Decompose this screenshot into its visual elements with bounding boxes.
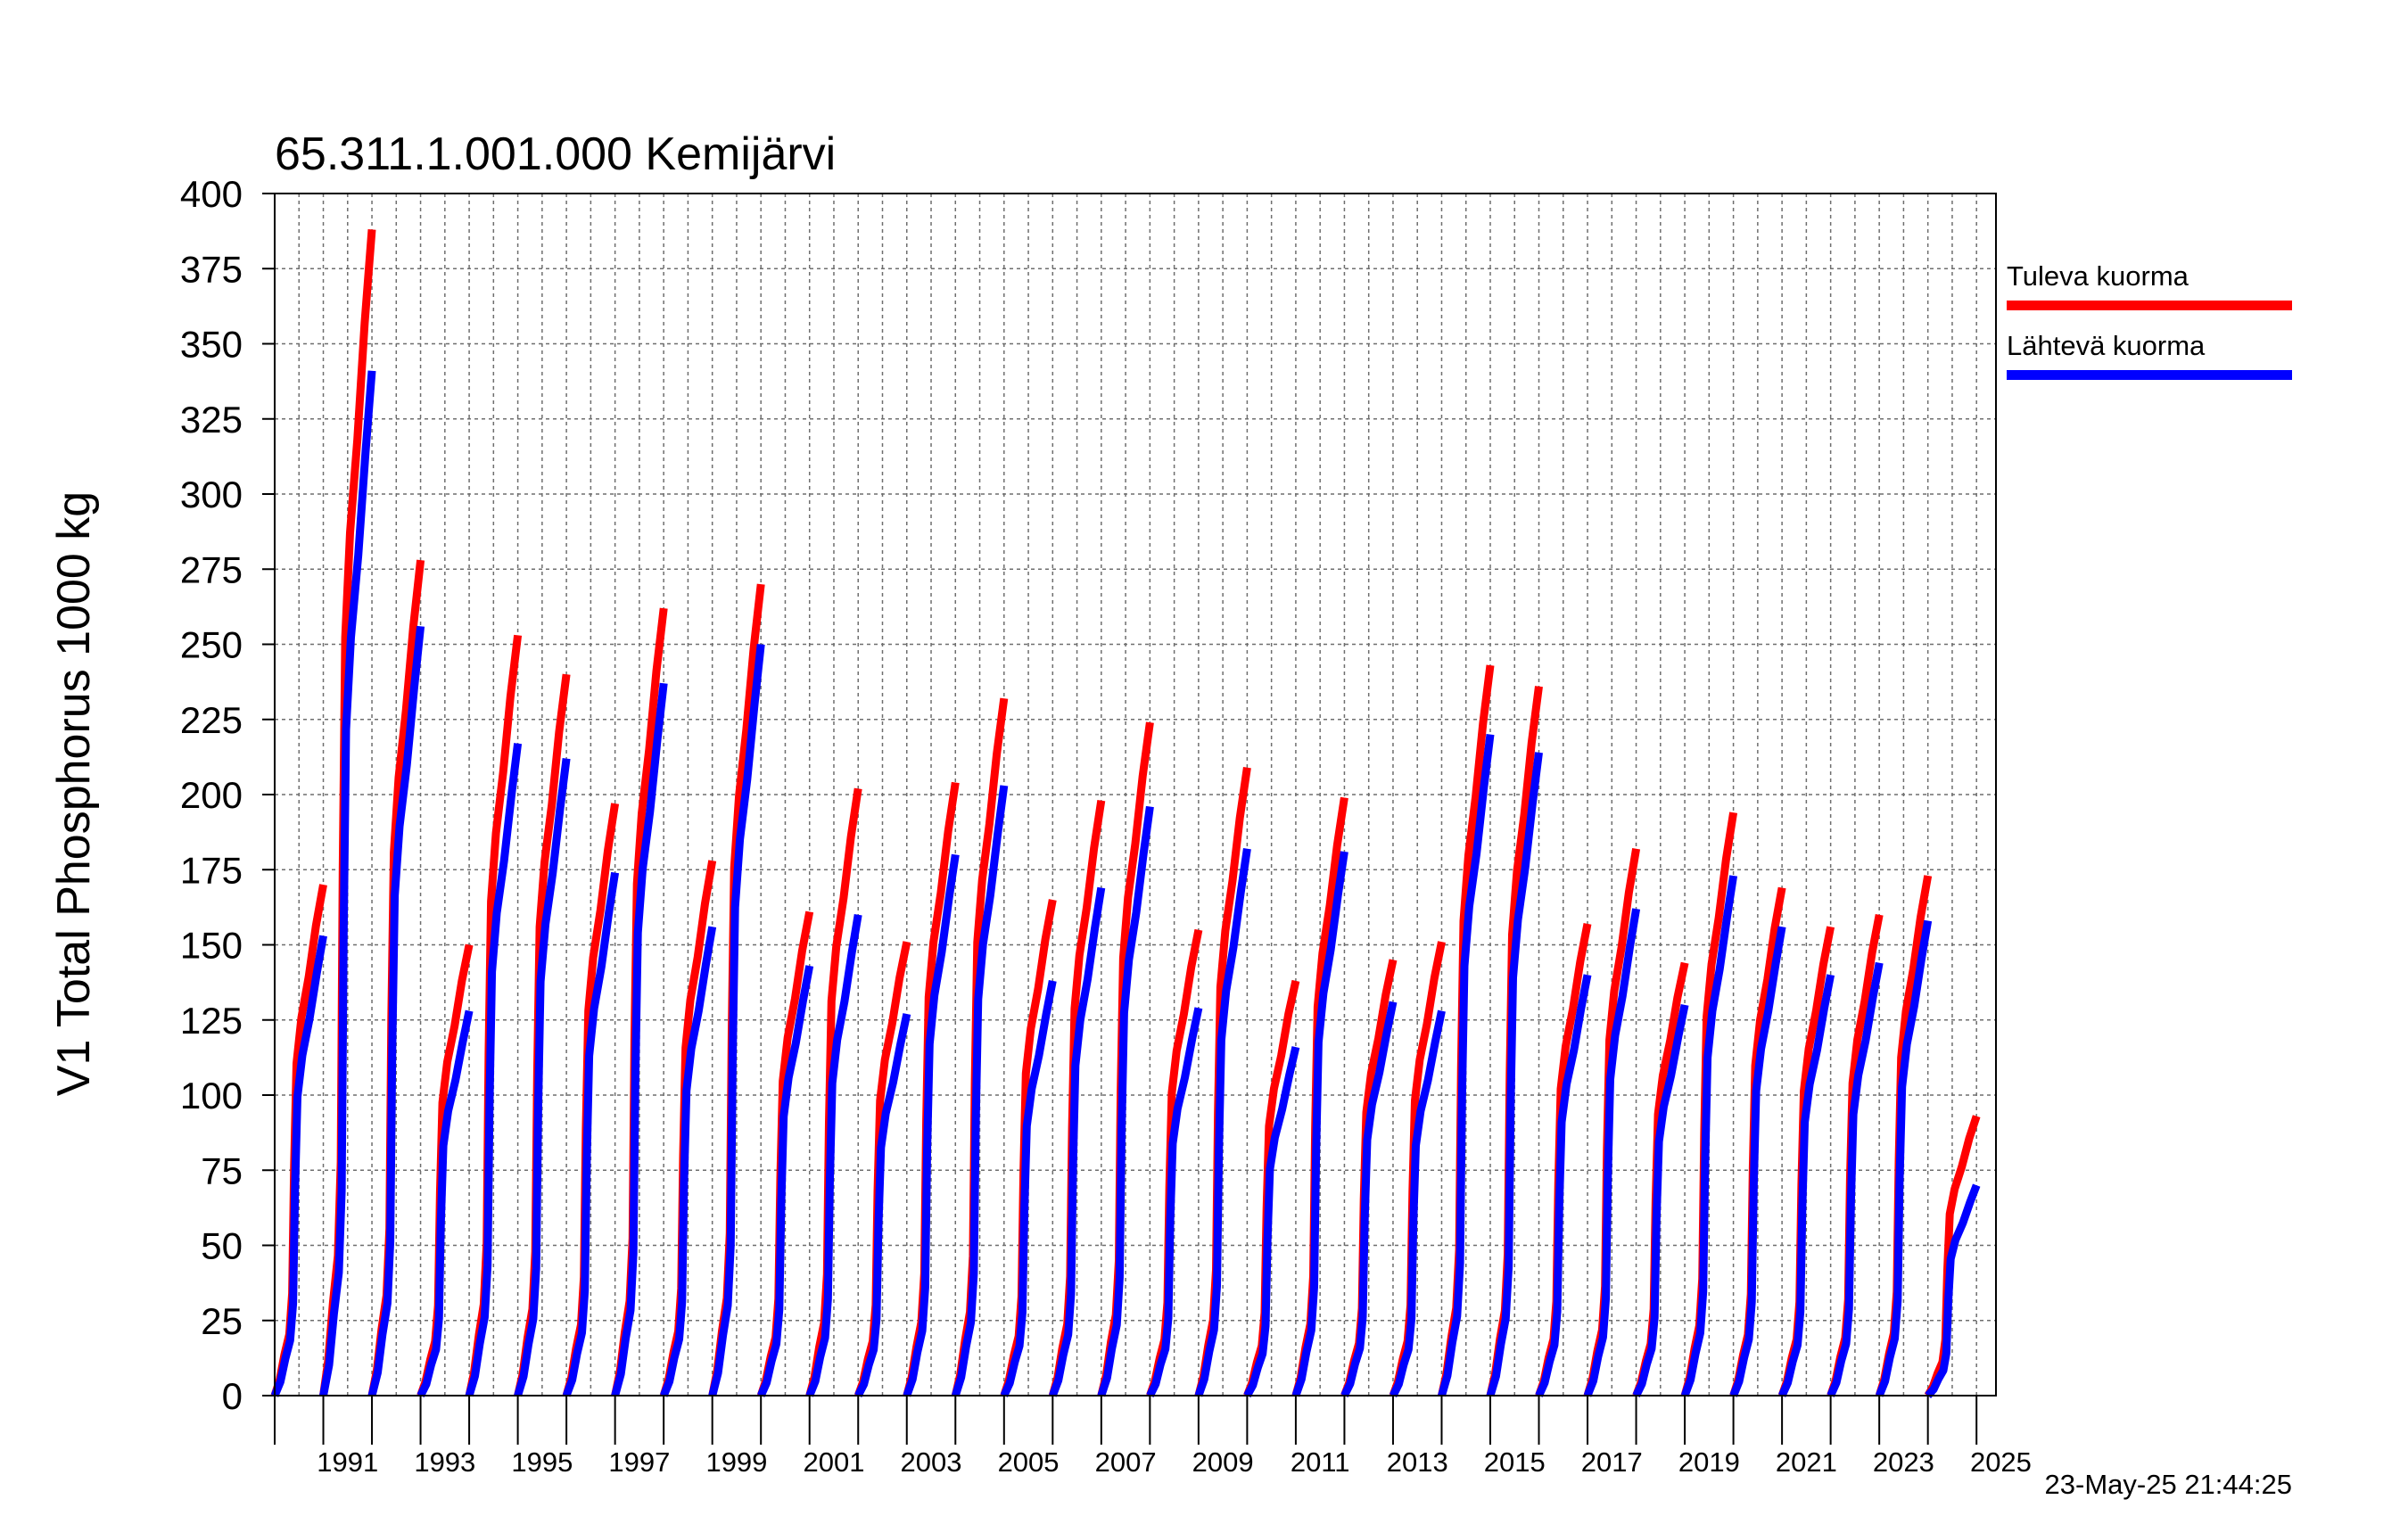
legend-label-tuleva: Tuleva kuorma [2007,260,2189,292]
x-tick-label: 2025 [1970,1446,2032,1478]
x-tick-label: 1997 [608,1446,670,1478]
y-tick-label: 325 [180,399,243,441]
y-tick-label: 200 [180,774,243,816]
legend-swatch-lahteva [2007,370,2292,380]
legend: Tuleva kuorma Lähtevä kuorma [2007,260,2292,380]
x-tick-label: 2019 [1678,1446,1740,1478]
x-tick-label: 1993 [414,1446,475,1478]
lahteva-series-segment [1438,734,1495,1397]
x-tick-label: 2007 [1095,1446,1157,1478]
y-tick-label: 100 [180,1075,243,1116]
x-tick-label: 2023 [1873,1446,1934,1478]
x-tick-label: 2017 [1581,1446,1643,1478]
y-tick-label: 225 [180,699,243,741]
x-tick-label: 2009 [1192,1446,1254,1478]
lahteva-series-segment [1729,926,1786,1397]
chart-title: 65.311.1.001.000 Kemijärvi [275,128,836,180]
x-tick-label: 2011 [1291,1446,1350,1478]
lahteva-series-segment [270,935,327,1397]
y-tick-label: 0 [222,1375,243,1417]
x-tick-label: 1995 [511,1446,573,1478]
x-tick-label: 2013 [1387,1446,1448,1478]
x-tick-label: 2015 [1484,1446,1546,1478]
x-tick-label: 2005 [998,1446,1060,1478]
y-tick-label: 250 [180,624,243,666]
x-tick-label: 2021 [1776,1446,1837,1478]
lahteva-series-segment [1680,875,1738,1397]
lahteva-series-segment [1486,752,1543,1397]
lahteva-series-segment [1876,919,1933,1397]
y-tick-label: 275 [180,548,243,590]
y-tick-label: 150 [180,925,243,967]
y-tick-label: 300 [180,474,243,515]
y-axis-label: V1 Total Phosphorus 1000 kg [48,491,100,1096]
legend-swatch-tuleva [2007,301,2292,310]
x-tick-label: 1999 [705,1446,767,1478]
y-tick-label: 50 [201,1225,243,1267]
y-tick-label: 25 [201,1300,243,1342]
y-tick-label: 375 [180,248,243,290]
y-tick-label: 125 [180,1000,243,1042]
series-lines [270,229,1981,1399]
x-tick-label: 2003 [901,1446,962,1478]
phosphorus-chart: 65.311.1.001.000 Kemijärvi V1 Total Phos… [48,128,2292,1500]
y-tick-label: 75 [201,1149,243,1191]
x-tick-label: 1991 [317,1446,378,1478]
timestamp: 23-May-25 21:44:25 [2045,1469,2292,1500]
x-tick-label: 2001 [803,1446,864,1478]
y-tick-label: 350 [180,324,243,366]
y-tick-label: 175 [180,849,243,891]
legend-label-lahteva: Lähtevä kuorma [2007,330,2206,361]
y-tick-label: 400 [180,173,243,215]
lahteva-series-segment [611,682,668,1397]
